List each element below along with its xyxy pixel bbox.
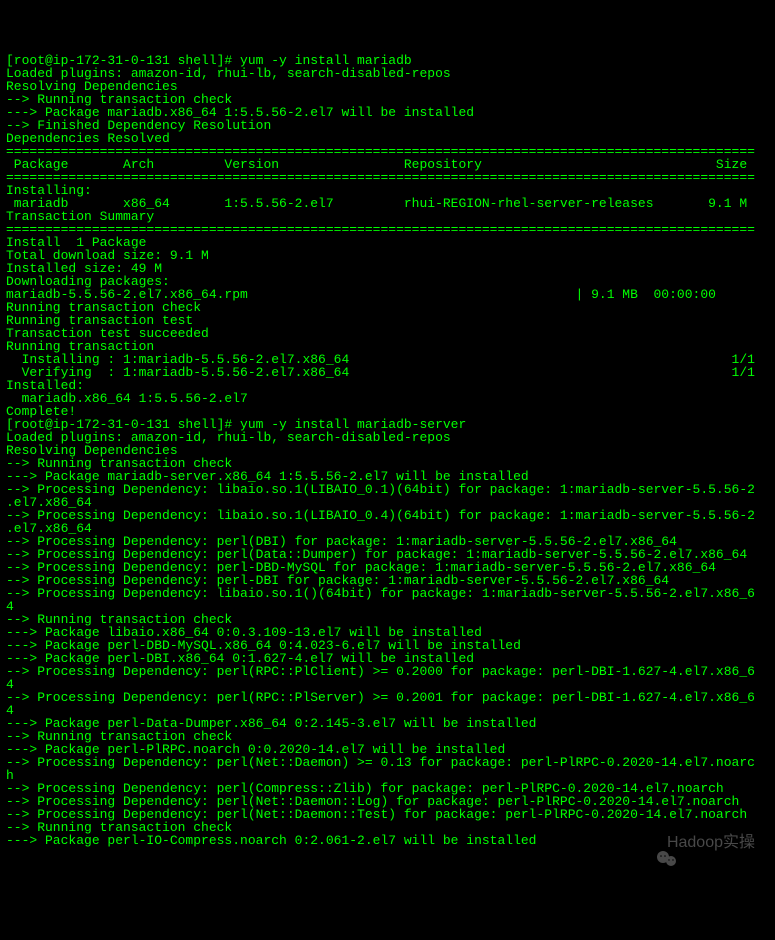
terminal-line: --> Processing Dependency: libaio.so.1(L…	[6, 483, 769, 496]
terminal-output: [root@ip-172-31-0-131 shell]# yum -y ins…	[0, 52, 775, 849]
terminal-line: --> Processing Dependency: libaio.so.1()…	[6, 587, 769, 600]
terminal-line: --> Processing Dependency: perl(RPC::PlS…	[6, 691, 769, 704]
terminal-line: --> Processing Dependency: perl(Net::Dae…	[6, 756, 769, 769]
watermark-text: Hadoop实操	[667, 835, 755, 851]
watermark: Hadoop实操	[637, 831, 755, 855]
terminal-line: Verifying : 1:mariadb-5.5.56-2.el7.x86_6…	[6, 366, 769, 379]
terminal-line: ========================================…	[6, 171, 769, 184]
terminal-line: --> Processing Dependency: perl(RPC::PlC…	[6, 665, 769, 678]
terminal-line: mariadb.x86_64 1:5.5.56-2.el7	[6, 392, 769, 405]
terminal-line: --> Processing Dependency: libaio.so.1(L…	[6, 509, 769, 522]
wechat-icon	[637, 831, 661, 855]
